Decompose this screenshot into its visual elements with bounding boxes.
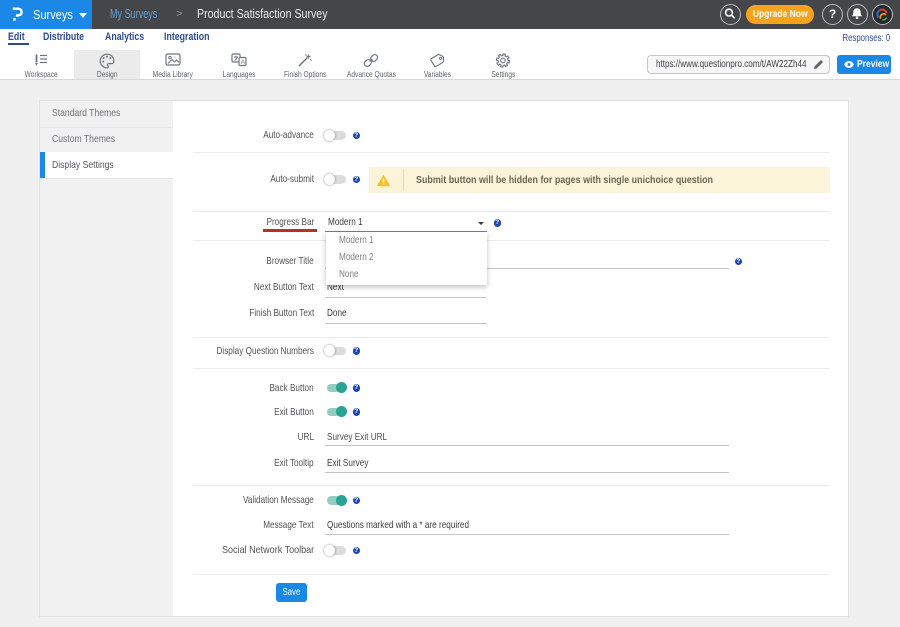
svg-text:A: A — [241, 59, 246, 66]
